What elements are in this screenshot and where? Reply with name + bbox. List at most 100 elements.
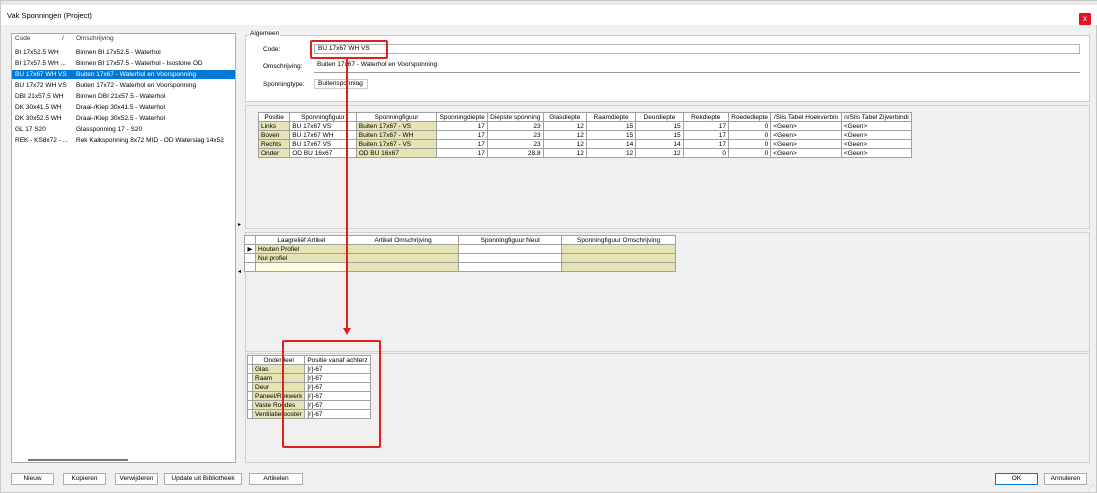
list-item[interactable]: DK 30x52.5 WH Draai-/Kiep 30x52.5 - Water… xyxy=(12,114,235,123)
table-cell: Buiten 17x67 - WH xyxy=(355,130,438,140)
column-header[interactable]: Sponningfiguur Omschrijving xyxy=(561,235,676,245)
table-cell: Links xyxy=(257,121,291,131)
table-cell[interactable]: 17 xyxy=(436,148,488,158)
table-row[interactable]: Links BU 17x67 VS Buiten 17x67 - VS 17 2… xyxy=(257,121,913,131)
list-horizontal-scrollbar[interactable] xyxy=(28,459,128,461)
list-item[interactable]: REK - KS8x72 - ... Rek Kalksponning 8x72 … xyxy=(12,136,235,145)
close-icon[interactable]: x xyxy=(1079,13,1091,25)
list-header-description[interactable]: Omschrijving xyxy=(76,35,114,42)
table-cell[interactable]: 14 xyxy=(585,139,637,149)
pane-splitter[interactable]: ▸ ◂ xyxy=(238,33,243,463)
column-header[interactable]: Laagreliëf Artikel xyxy=(254,235,348,245)
table-cell[interactable]: 0 xyxy=(727,121,772,131)
list-item[interactable]: BI 17x52.5 WH Binnen BI 17x52.5 - Waterho… xyxy=(12,48,235,57)
table-row[interactable]: Rechts BU 17x67 VS Buiten 17x67 - VS 17 … xyxy=(257,139,913,149)
new-button[interactable]: Nieuw xyxy=(11,473,54,485)
sponning-list[interactable]: Code / Omschrijving BI 17x52.5 WH Binnen … xyxy=(11,33,236,463)
table-cell[interactable]: 17 xyxy=(436,121,488,131)
table-cell[interactable]: 12 xyxy=(585,148,637,158)
resize-grip-icon[interactable]: ⋰ xyxy=(1087,484,1095,492)
description-input[interactable]: Buiten 17x67 - Waterhol en Voorsponning xyxy=(314,61,1080,71)
column-header[interactable]: Glasdiepte xyxy=(542,112,587,122)
table-cell[interactable]: 23 xyxy=(486,130,544,140)
table-cell[interactable] xyxy=(254,262,348,272)
table-cell[interactable]: 15 xyxy=(635,121,684,131)
column-header[interactable]: Sponningfiguur xyxy=(355,112,438,122)
table-cell[interactable]: 17 xyxy=(682,121,729,131)
table-cell[interactable]: 0 xyxy=(727,139,772,149)
column-header[interactable]: Sponningdiepte xyxy=(436,112,488,122)
table-cell[interactable]: 12 xyxy=(542,139,587,149)
table-row[interactable]: ▶ Houten Profiel xyxy=(244,244,676,254)
table-cell[interactable]: <Geen> xyxy=(770,148,842,158)
column-header[interactable]: Roedediepte xyxy=(727,112,772,122)
column-header[interactable]: Diepste sponning xyxy=(486,112,544,122)
list-header-code[interactable]: Code xyxy=(15,35,31,42)
table-cell[interactable]: <Geen> xyxy=(840,130,913,140)
table-cell[interactable]: 17 xyxy=(436,130,488,140)
table-cell[interactable]: 23 xyxy=(486,139,544,149)
column-header[interactable]: Artikel Omschrijving xyxy=(346,235,460,245)
cancel-button[interactable]: Annuleren xyxy=(1044,473,1087,485)
table-cell[interactable]: <Geen> xyxy=(770,121,842,131)
annotation-code-highlight xyxy=(310,40,388,59)
chevron-down-icon[interactable]: ⌄ xyxy=(356,79,361,87)
table-cell xyxy=(561,253,676,263)
table-cell[interactable]: 17 xyxy=(436,139,488,149)
table-cell[interactable]: 15 xyxy=(585,130,637,140)
table-cell[interactable]: 15 xyxy=(585,121,637,131)
sponningtype-label: Sponningtype: xyxy=(263,81,305,88)
articles-button[interactable]: Artikelen xyxy=(249,473,303,485)
list-item[interactable]: GL 17 S20 Glassponning 17 - S20 xyxy=(12,125,235,134)
table-cell[interactable]: 17 xyxy=(682,139,729,149)
table-cell[interactable]: 15 xyxy=(635,130,684,140)
table-cell[interactable] xyxy=(458,253,563,263)
code-input[interactable]: BU 17x67 WH VS xyxy=(314,44,1080,54)
column-header[interactable]: /Slis Tabel Hoekverbin xyxy=(770,112,842,122)
expand-left-icon[interactable]: ◂ xyxy=(238,268,241,275)
column-header[interactable]: n/Slis Tabel Zijverbindi xyxy=(840,112,913,122)
table-row[interactable]: Onder OD BU 16x67 OD BU 16x67 17 28.8 12… xyxy=(257,148,913,158)
table-cell[interactable]: <Geen> xyxy=(770,130,842,140)
column-header[interactable]: Deurdiepte xyxy=(635,112,684,122)
table-cell[interactable]: <Geen> xyxy=(770,139,842,149)
table-cell[interactable]: 0 xyxy=(727,148,772,158)
list-item[interactable]: DBI 21x57.5 WH Binnen DBI 21x57.5 - Water… xyxy=(12,92,235,101)
table-cell[interactable] xyxy=(458,262,563,272)
list-item-description: Draai-/Kiep 30x41.5 - Waterhol xyxy=(76,104,165,111)
update-from-library-button[interactable]: Update uit Bibliotheek xyxy=(164,473,242,485)
ok-button[interactable]: OK xyxy=(995,473,1038,485)
table-cell[interactable]: 12 xyxy=(542,121,587,131)
table-cell[interactable]: <Geen> xyxy=(840,139,913,149)
table-cell[interactable]: 12 xyxy=(635,148,684,158)
column-header[interactable]: Sponningfiguur Neut xyxy=(458,235,563,245)
list-item-description: Glassponning 17 - S20 xyxy=(76,126,143,133)
table-cell[interactable]: 0 xyxy=(682,148,729,158)
table-cell[interactable]: Nul profiel xyxy=(254,253,348,263)
table-cell[interactable]: 17 xyxy=(682,130,729,140)
table-cell[interactable]: 12 xyxy=(542,130,587,140)
table-row[interactable]: Nul profiel xyxy=(244,253,676,263)
table-cell[interactable]: 0 xyxy=(727,130,772,140)
table-row[interactable]: Boven BU 17x67 WH Buiten 17x67 - WH 17 2… xyxy=(257,130,913,140)
copy-button[interactable]: Kopieren xyxy=(63,473,106,485)
list-item[interactable]: DK 30x41.5 WH Draai-/Kiep 30x41.5 - Water… xyxy=(12,103,235,112)
list-item-selected[interactable]: BU 17x67 WH VS Buiten 17x67 - Waterhol en… xyxy=(12,70,235,79)
column-header[interactable]: Raamdiepte xyxy=(585,112,637,122)
table-cell[interactable]: 28.8 xyxy=(486,148,544,158)
column-header[interactable]: Rekdiepte xyxy=(682,112,729,122)
table-cell[interactable] xyxy=(458,244,563,254)
list-item[interactable]: BI 17x57.5 WH ... Binnen BI 17x57.5 - Wat… xyxy=(12,59,235,68)
table-cell[interactable]: 14 xyxy=(635,139,684,149)
table-cell[interactable]: Houten Profiel xyxy=(254,244,348,254)
list-item[interactable]: BU 17x72 WH VS Buiten 17x72 - Waterhol en… xyxy=(12,81,235,90)
table-cell[interactable]: 12 xyxy=(542,148,587,158)
column-header[interactable]: Positie xyxy=(257,112,291,122)
delete-button[interactable]: Verwijderen xyxy=(115,473,158,485)
table-cell[interactable]: <Geen> xyxy=(840,121,913,131)
table-row-new[interactable] xyxy=(244,262,676,272)
table-cell[interactable]: <Geen> xyxy=(840,148,913,158)
table-cell[interactable]: 23 xyxy=(486,121,544,131)
row-header-corner xyxy=(244,235,256,245)
expand-right-icon[interactable]: ▸ xyxy=(238,221,241,228)
